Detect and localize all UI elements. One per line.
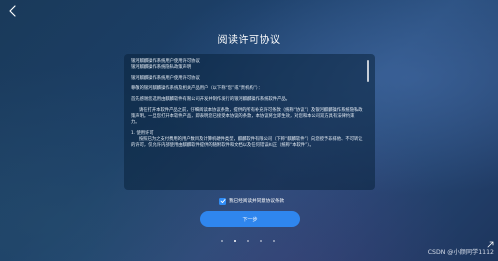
page-dot-active	[234, 240, 236, 242]
page-title: 阅读许可协议	[217, 35, 281, 46]
agree-checkbox-label: 我已经阅读并同意协议条款	[229, 199, 285, 204]
watermark: CSDN @小颜同学1112	[427, 249, 494, 256]
next-button[interactable]: 下一步	[200, 211, 300, 227]
agree-checkbox[interactable]	[219, 197, 226, 205]
page-dot	[221, 240, 223, 242]
agreement-line: 按照已为之支付费用的用户数目及计算机硬件类型，麒麟软件有限公司（下称“麒麟软件”…	[131, 136, 363, 148]
page-dot	[273, 240, 275, 242]
back-arrow-icon	[9, 5, 16, 17]
page-dot	[247, 240, 249, 242]
agreement-text: 银河麒麟操作系统用户使用许可协议 银河麒麟操作系统隐私政策声明 银河麒麟操作系统…	[131, 59, 363, 149]
page-indicator	[221, 240, 275, 242]
agreement-text-panel[interactable]: 银河麒麟操作系统用户使用许可协议 银河麒麟操作系统隐私政策声明 银河麒麟操作系统…	[124, 54, 375, 190]
page-dot	[260, 240, 262, 242]
scrollbar[interactable]	[367, 60, 369, 82]
agreement-line: 请在打开本软件产品之前，仔细阅读本协议条款，提供的所有补充许可条款（统称“协议”…	[131, 107, 363, 125]
back-button[interactable]	[6, 4, 20, 18]
checkmark-icon	[220, 199, 225, 204]
agree-checkbox-row[interactable]: 我已经阅读并同意协议条款	[219, 197, 284, 205]
